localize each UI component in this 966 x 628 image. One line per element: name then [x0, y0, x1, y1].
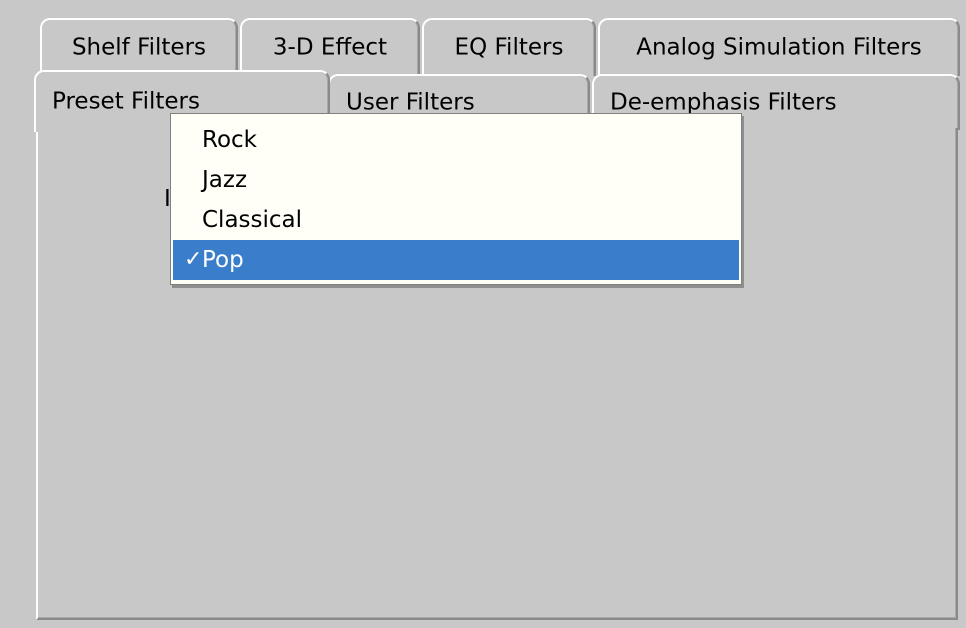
tab-analog-simulation-filters[interactable]: Analog Simulation Filters: [598, 18, 960, 76]
menu-item-rock[interactable]: Rock: [171, 120, 741, 160]
tab-eq-filters[interactable]: EQ Filters: [422, 18, 596, 76]
menu-item-classical[interactable]: Classical: [171, 200, 741, 240]
menu-item-jazz[interactable]: Jazz: [171, 160, 741, 200]
tab-user-filters-label: User Filters: [346, 89, 475, 116]
tab-3d-effect-label: 3-D Effect: [272, 34, 388, 61]
checkmark-icon: ✓: [184, 247, 203, 272]
tab-preset-filters-label: Preset Filters: [52, 88, 200, 115]
tab-de-emphasis-filters-label: De-emphasis Filters: [610, 89, 837, 116]
tab-3d-effect[interactable]: 3-D Effect: [240, 18, 420, 76]
tab-shelf-filters-label: Shelf Filters: [71, 34, 207, 61]
menu-item-pop[interactable]: ✓ Pop: [173, 240, 739, 280]
tab-analog-simulation-filters-label: Analog Simulation Filters: [636, 34, 922, 61]
preset-dropdown-menu[interactable]: Rock Jazz Classical ✓ Pop: [170, 113, 742, 285]
menu-item-label: Jazz: [202, 167, 248, 193]
tab-shelf-filters[interactable]: Shelf Filters: [40, 18, 238, 76]
menu-item-label: Rock: [202, 127, 257, 153]
menu-item-label: Classical: [202, 207, 303, 233]
tab-control: Shelf Filters 3-D Effect EQ Filters Anal…: [0, 0, 966, 628]
menu-item-label: Pop: [202, 247, 244, 273]
tab-eq-filters-label: EQ Filters: [454, 34, 564, 61]
